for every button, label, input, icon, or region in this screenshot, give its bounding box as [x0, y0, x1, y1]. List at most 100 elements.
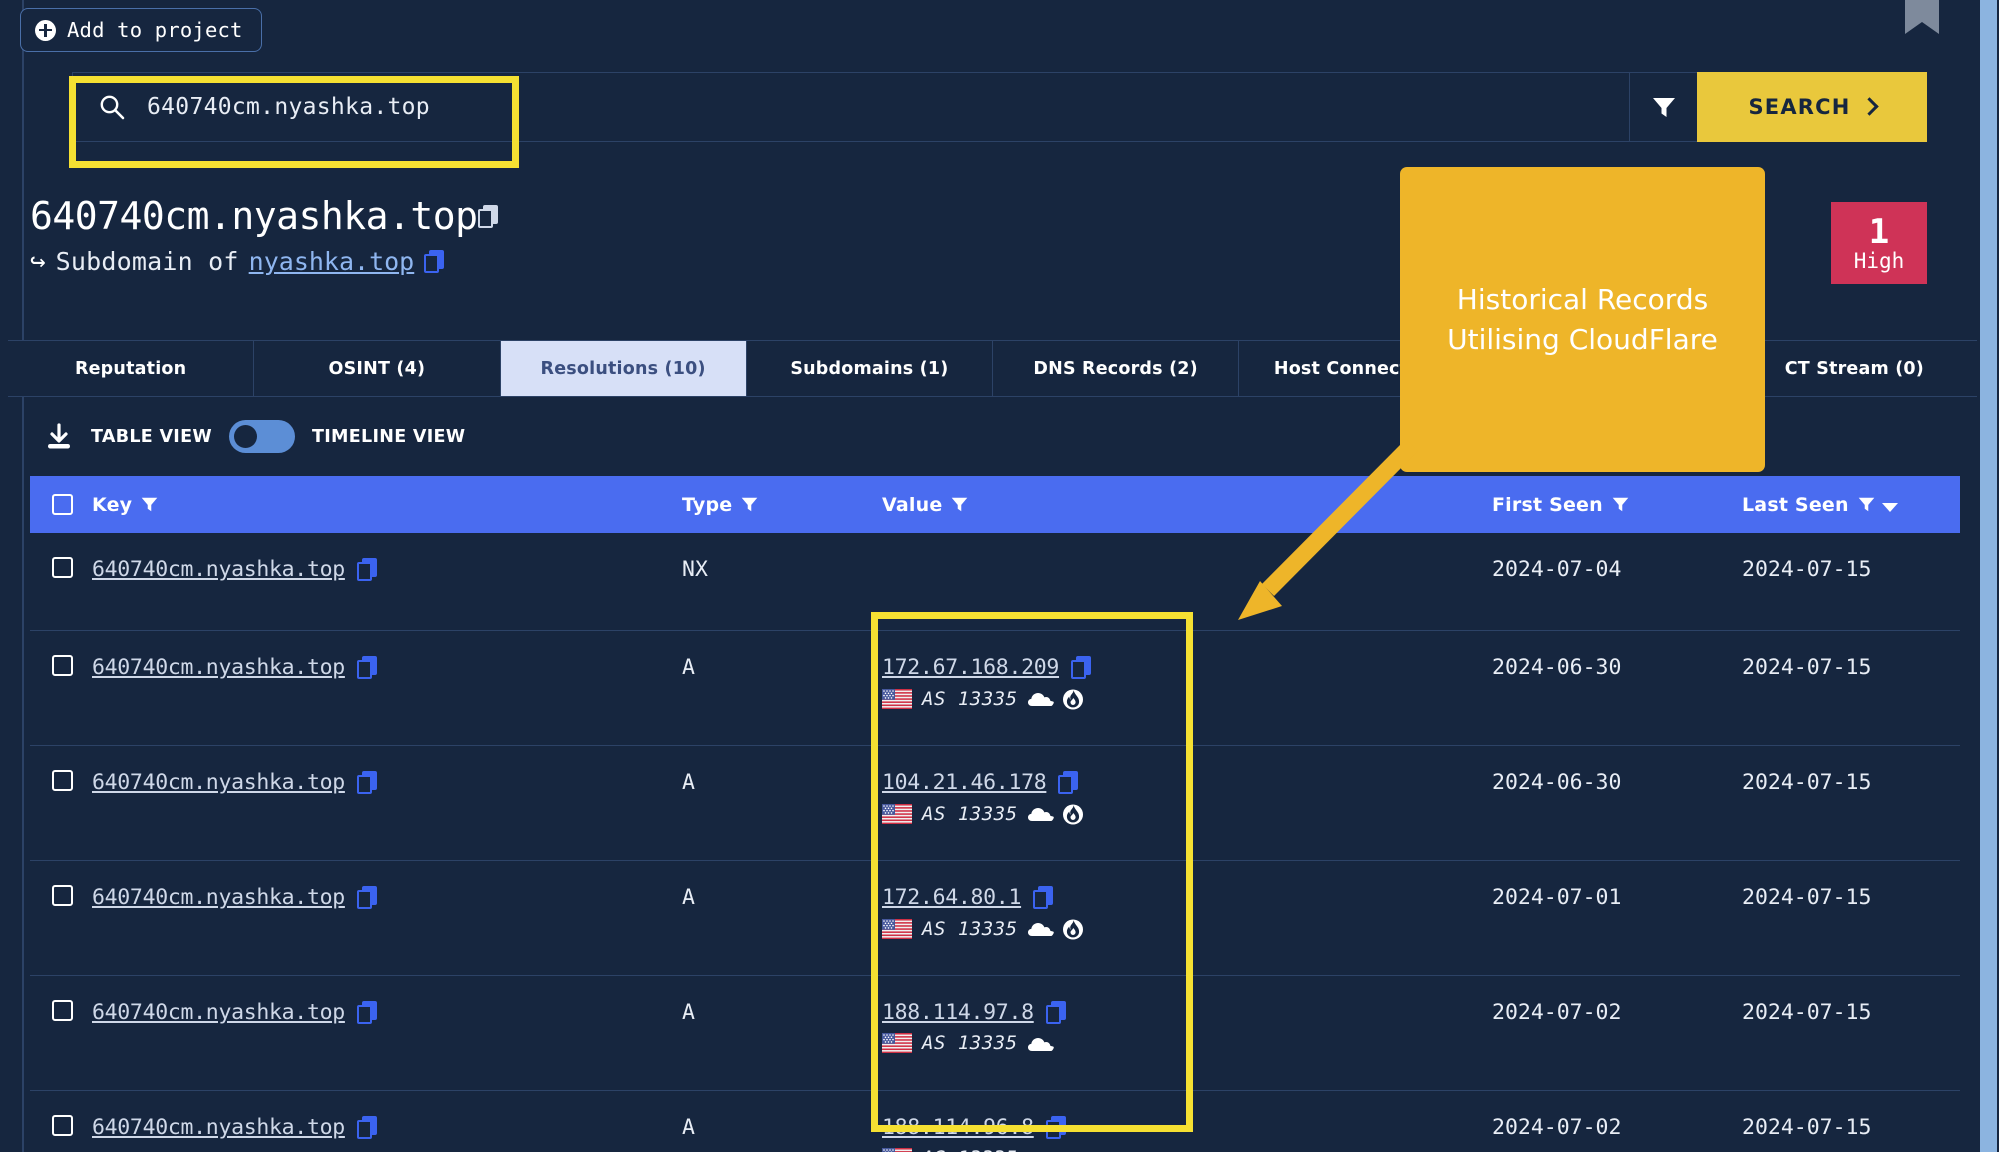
row-checkbox[interactable] — [30, 655, 92, 745]
us-flag-icon — [882, 688, 912, 709]
table-row[interactable]: 640740cm.nyashka.top NX 2024-07-04 2024-07-… — [30, 533, 1960, 631]
column-header-last-seen[interactable]: Last Seen — [1742, 494, 1982, 516]
tab-label: DNS Records (2) — [1033, 358, 1198, 379]
download-icon[interactable] — [44, 422, 74, 452]
copy-icon[interactable] — [1045, 1116, 1068, 1139]
first-seen-date: 2024-07-04 — [1492, 557, 1622, 582]
filter-funnel-icon — [1652, 97, 1675, 117]
first-seen-date: 2024-06-30 — [1492, 655, 1622, 680]
table-row[interactable]: 640740cm.nyashka.top A 172.67.168.209 AS 13… — [30, 631, 1960, 746]
timeline-view-label: TIMELINE VIEW — [311, 426, 466, 447]
first-seen-date: 2024-07-02 — [1492, 1000, 1622, 1025]
column-header-type[interactable]: Type — [682, 494, 882, 516]
asn-label: AS 13335 — [922, 802, 1018, 825]
copy-icon[interactable] — [356, 1116, 379, 1139]
select-all-checkbox[interactable] — [30, 494, 92, 515]
ip-address-link[interactable]: 172.64.80.1 — [882, 885, 1021, 910]
annotation-line-2: Utilising CloudFlare — [1447, 322, 1718, 356]
search-filter-button[interactable] — [1629, 72, 1697, 142]
bookmark-icon[interactable] — [1905, 0, 1939, 34]
tab-label: CT Stream (0) — [1784, 358, 1924, 379]
key-link[interactable]: 640740cm.nyashka.top — [92, 885, 345, 910]
row-checkbox[interactable] — [30, 885, 92, 975]
scrollbar-thumb[interactable] — [1980, 0, 1997, 1152]
tab-label: Reputation — [74, 358, 187, 379]
column-header-first-seen[interactable]: First Seen — [1492, 494, 1742, 516]
key-link[interactable]: 640740cm.nyashka.top — [92, 1115, 345, 1140]
copy-icon[interactable] — [1045, 1001, 1068, 1024]
scrollbar[interactable] — [1977, 0, 1999, 1152]
copy-icon[interactable] — [356, 1001, 379, 1024]
parent-domain-link[interactable]: nyashka.top — [249, 247, 415, 276]
first-seen-date: 2024-06-30 — [1492, 770, 1622, 795]
view-toggle[interactable] — [228, 420, 295, 453]
copy-icon[interactable] — [356, 771, 379, 794]
page-header: 640740cm.nyashka.top ↪ Subdomain of nyas… — [30, 194, 500, 276]
row-checkbox[interactable] — [30, 1115, 92, 1152]
sort-descending-icon[interactable] — [1881, 502, 1898, 512]
table-row[interactable]: 640740cm.nyashka.top A 188.114.96.8 AS 1333… — [30, 1091, 1960, 1152]
table-view-label: TABLE VIEW — [91, 426, 212, 447]
search-input[interactable]: 640740cm.nyashka.top — [72, 72, 1629, 142]
ip-address-link[interactable]: 172.67.168.209 — [882, 655, 1059, 680]
copy-icon[interactable] — [477, 204, 500, 228]
table-body: 640740cm.nyashka.top NX 2024-07-04 2024-07-… — [30, 533, 1960, 1152]
key-link[interactable]: 640740cm.nyashka.top — [92, 557, 345, 582]
copy-icon[interactable] — [356, 886, 379, 909]
copy-icon[interactable] — [356, 558, 379, 581]
chevron-right-icon — [1859, 96, 1879, 116]
cloudflare-cloud-icon — [1027, 808, 1054, 821]
table-row[interactable]: 640740cm.nyashka.top A 172.64.80.1 AS 13335… — [30, 861, 1960, 976]
page-root: Add to project 640740cm.nyashka.top SEAR… — [0, 0, 1999, 1152]
ip-address-link[interactable]: 188.114.96.8 — [882, 1115, 1034, 1140]
search-bar: 640740cm.nyashka.top SEARCH — [72, 72, 1927, 142]
column-header-value[interactable]: Value — [882, 494, 1492, 516]
search-button[interactable]: SEARCH — [1697, 72, 1927, 142]
last-seen-date: 2024-07-15 — [1742, 885, 1872, 910]
column-header-key[interactable]: Key — [92, 494, 682, 516]
record-value: 104.21.46.178 AS 13335 — [882, 770, 1492, 860]
last-seen-date: 2024-07-15 — [1742, 1115, 1872, 1140]
annotation-line-1: Historical Records — [1456, 282, 1709, 316]
copy-icon[interactable] — [1058, 771, 1080, 794]
add-to-project-button[interactable]: Add to project — [20, 8, 262, 52]
copy-icon[interactable] — [1071, 656, 1093, 679]
tab-resolutions[interactable]: Resolutions (10) — [500, 341, 747, 396]
us-flag-icon — [882, 1148, 912, 1152]
ip-address-link[interactable]: 188.114.97.8 — [882, 1000, 1034, 1025]
column-label: Type — [682, 493, 733, 516]
table-row[interactable]: 640740cm.nyashka.top A 188.114.97.8 AS 1333… — [30, 976, 1960, 1091]
copy-icon[interactable] — [1033, 886, 1055, 909]
key-link[interactable]: 640740cm.nyashka.top — [92, 770, 345, 795]
row-checkbox[interactable] — [30, 1000, 92, 1090]
left-divider — [22, 0, 24, 1152]
key-link[interactable]: 640740cm.nyashka.top — [92, 1000, 345, 1025]
copy-icon[interactable] — [356, 656, 379, 679]
row-checkbox[interactable] — [30, 770, 92, 860]
ip-address-link[interactable]: 104.21.46.178 — [882, 770, 1047, 795]
risk-label: High — [1853, 248, 1905, 273]
asn-label: AS 13335 — [922, 917, 1018, 940]
tab-ct-stream[interactable]: CT Stream (0) — [1731, 341, 1977, 396]
filter-funnel-icon — [742, 497, 758, 512]
status-badge[interactable]: 1 High — [1831, 202, 1927, 284]
tab-subdomains[interactable]: Subdomains (1) — [746, 341, 993, 396]
filter-funnel-icon — [1858, 497, 1875, 512]
column-label: Key — [92, 493, 133, 516]
record-type: A — [682, 770, 695, 795]
us-flag-icon — [882, 1033, 912, 1053]
column-label: Last Seen — [1742, 493, 1849, 516]
copy-icon[interactable] — [424, 250, 446, 273]
last-seen-date: 2024-07-15 — [1742, 1000, 1872, 1025]
tab-dns-records[interactable]: DNS Records (2) — [993, 341, 1240, 396]
cloudflare-cloud-icon — [1027, 923, 1054, 936]
tab-reputation[interactable]: Reputation — [8, 341, 255, 396]
resolutions-table: Key Type Value First Seen Last Seen 6407… — [30, 476, 1960, 1152]
key-link[interactable]: 640740cm.nyashka.top — [92, 655, 345, 680]
row-checkbox[interactable] — [30, 557, 92, 630]
flame-icon — [1062, 689, 1083, 710]
tab-osint[interactable]: OSINT (4) — [254, 341, 501, 396]
table-row[interactable]: 640740cm.nyashka.top A 104.21.46.178 AS 133… — [30, 746, 1960, 861]
flame-icon — [1062, 804, 1083, 825]
filter-funnel-icon — [952, 497, 968, 512]
